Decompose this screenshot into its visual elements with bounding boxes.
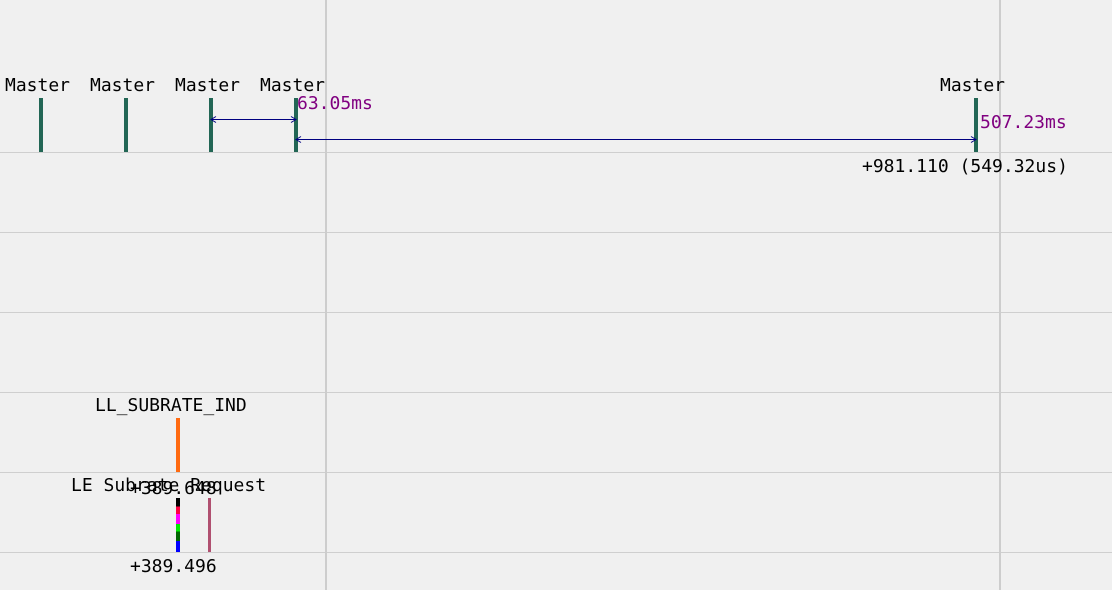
interval-arrows	[210, 116, 977, 143]
ll-event-label: LL_SUBRATE_IND	[95, 395, 247, 416]
event-timestamp: +981.110 (549.32us)	[862, 156, 1068, 177]
ll-subrate-marker[interactable]	[176, 418, 180, 472]
interval-duration-label: 63.05ms	[297, 93, 373, 114]
le-event-overlap-timestamp: +389.648	[130, 478, 217, 499]
le-event-timestamp: +389.496	[130, 556, 217, 577]
le-request-marker[interactable]	[208, 498, 211, 552]
interval-duration-label: 507.23ms	[980, 112, 1067, 133]
timeline-canvas[interactable]: Master Master Master Master Master 63.05…	[0, 0, 1112, 590]
le-subrate-marker[interactable]	[176, 498, 180, 552]
